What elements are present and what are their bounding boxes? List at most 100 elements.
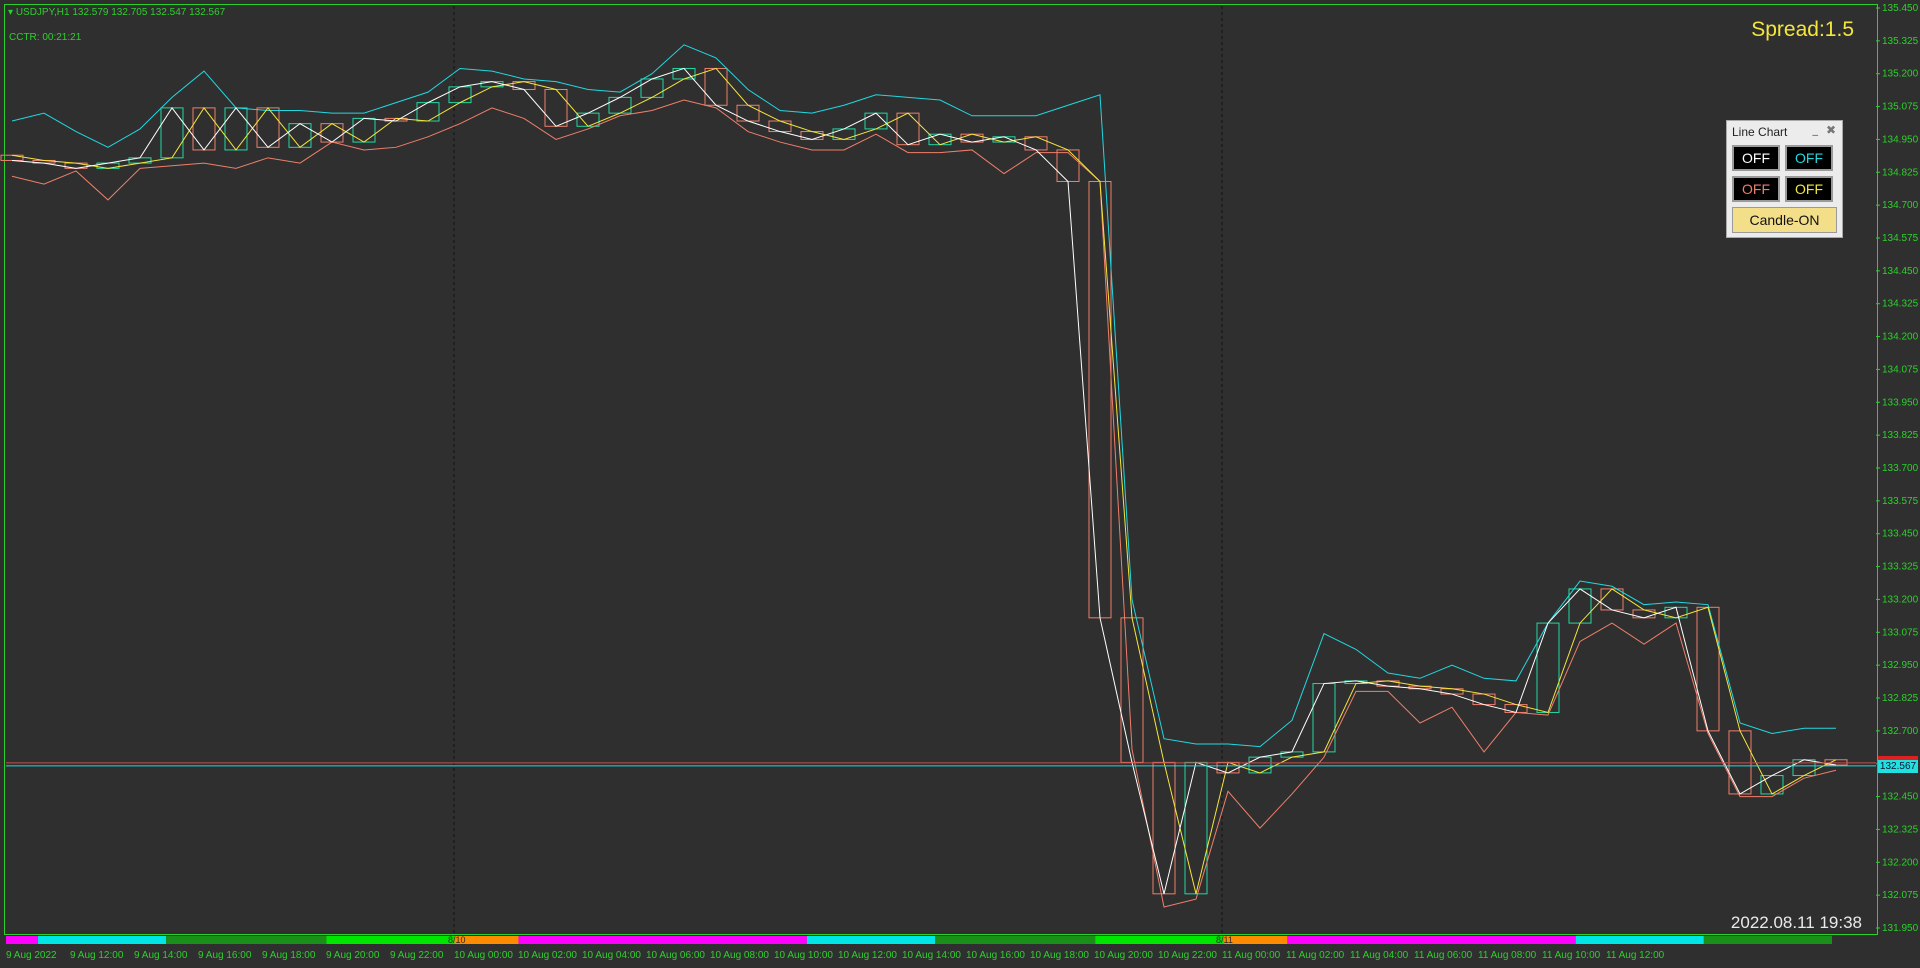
- price-tick-label: 132.450: [1882, 792, 1919, 803]
- toggle-close-line-button[interactable]: OFF: [1732, 145, 1780, 171]
- price-tick-label: 132.825: [1882, 693, 1919, 704]
- candle: [704, 67, 728, 106]
- time-tick-label: 10 Aug 08:00: [710, 950, 769, 961]
- candle-toggle-button[interactable]: Candle-ON: [1732, 207, 1837, 233]
- price-tick-label: 133.075: [1882, 627, 1919, 638]
- time-tick-label: 10 Aug 18:00: [1030, 950, 1089, 961]
- candle: [192, 107, 216, 151]
- time-tick-label: 11 Aug 00:00: [1222, 950, 1281, 961]
- candle: [576, 112, 600, 127]
- spread-label: Spread:1.5: [1751, 18, 1854, 41]
- time-tick-label: 10 Aug 04:00: [582, 950, 641, 961]
- candle: [448, 86, 472, 104]
- price-tick-label: 133.950: [1882, 397, 1919, 408]
- time-tick-label: 9 Aug 14:00: [134, 950, 188, 961]
- time-tick-label: 10 Aug 12:00: [838, 950, 897, 961]
- time-tick-label: 9 Aug 12:00: [70, 950, 124, 961]
- price-tick-label: 133.200: [1882, 594, 1919, 605]
- candle: [1056, 149, 1080, 182]
- minimize-icon[interactable]: _: [1813, 123, 1819, 136]
- price-tick-label: 132.075: [1882, 890, 1919, 901]
- candle: [288, 123, 312, 148]
- close-icon[interactable]: ✖: [1826, 123, 1836, 137]
- symbol-info: ▾ USDJPY,H1 132.579 132.705 132.547 132.…: [8, 7, 225, 18]
- price-tick-label: 135.325: [1882, 36, 1919, 47]
- time-tick-label: 11 Aug 02:00: [1286, 950, 1345, 961]
- price-tick-label: 134.700: [1882, 200, 1919, 211]
- price-tick-label: 135.450: [1882, 3, 1919, 14]
- session-segment: [6, 936, 39, 944]
- price-tick-label: 134.950: [1882, 134, 1919, 145]
- time-tick-label: 9 Aug 2022: [6, 950, 57, 961]
- candle-layer: [0, 67, 1848, 895]
- session-segment: [166, 936, 327, 944]
- price-tick-label: 132.325: [1882, 824, 1919, 835]
- price-tick-label: 133.825: [1882, 430, 1919, 441]
- price-tick-label: 134.825: [1882, 167, 1919, 178]
- time-tick-label: 11 Aug 04:00: [1350, 950, 1409, 961]
- day-label: 8/11: [1216, 935, 1233, 945]
- close-line: [11, 67, 1837, 894]
- price-tick-label: 132.950: [1882, 660, 1919, 671]
- candle: [896, 112, 920, 146]
- price-tick-label: 132.700: [1882, 726, 1919, 737]
- price-tick-label: 133.575: [1882, 496, 1919, 507]
- price-chart[interactable]: 135.450 135.325 135.200 135.075 134.950 134.8…: [0, 0, 1920, 968]
- candle: [1152, 761, 1176, 895]
- session-segment: [1095, 936, 1224, 944]
- price-tick-label: 134.575: [1882, 233, 1919, 244]
- time-tick-label: 9 Aug 18:00: [262, 950, 316, 961]
- candle: [768, 120, 792, 133]
- session-segment: [518, 936, 807, 944]
- time-tick-label: 10 Aug 02:00: [518, 950, 577, 961]
- toggle-open-line-button[interactable]: OFF: [1785, 176, 1833, 202]
- session-segment: [1575, 936, 1704, 944]
- price-tick-label: 133.700: [1882, 463, 1919, 474]
- toggle-low-line-button[interactable]: OFF: [1732, 176, 1780, 202]
- price-tick-label: 133.325: [1882, 562, 1919, 573]
- price-tick-label: 135.075: [1882, 102, 1919, 113]
- time-tick-label: 10 Aug 06:00: [646, 950, 705, 961]
- panel-title: Line Chart: [1732, 125, 1788, 139]
- price-tick-label: 134.075: [1882, 364, 1919, 375]
- price-tick-label: 131.950: [1882, 923, 1919, 934]
- toggle-high-line-button[interactable]: OFF: [1785, 145, 1833, 171]
- candle: [1632, 609, 1656, 619]
- candle: [1792, 759, 1816, 777]
- price-tick-label: 134.325: [1882, 299, 1919, 310]
- time-tick-label: 10 Aug 10:00: [774, 950, 833, 961]
- candle: [1472, 693, 1496, 706]
- time-tick-label: 10 Aug 16:00: [966, 950, 1025, 961]
- candle: [1696, 606, 1720, 732]
- time-tick-label: 10 Aug 14:00: [902, 950, 961, 961]
- session-bar: 8/10 8/11: [6, 935, 1832, 945]
- candle: [544, 88, 568, 127]
- high-line: [11, 44, 1836, 748]
- candle: [800, 131, 824, 140]
- candle: [416, 102, 440, 122]
- time-tick-label: 9 Aug 20:00: [326, 950, 380, 961]
- candle: [1024, 136, 1048, 151]
- datetime-label: 2022.08.11 19:38: [1730, 913, 1862, 932]
- day-label: 8/10: [448, 935, 466, 945]
- time-axis: 9 Aug 2022 9 Aug 12:00 9 Aug 14:00 9 Aug 16…: [6, 950, 1665, 961]
- line-layer: [6, 44, 1876, 908]
- time-tick-label: 10 Aug 00:00: [454, 950, 513, 961]
- candle: [160, 107, 184, 159]
- time-tick-label: 11 Aug 10:00: [1542, 950, 1601, 961]
- candle: [224, 107, 248, 151]
- time-tick-label: 11 Aug 08:00: [1478, 950, 1537, 961]
- price-axis: 135.450 135.325 135.200 135.075 134.950 134.8…: [1876, 3, 1919, 934]
- candle: [320, 123, 344, 143]
- chart-grid: [453, 6, 1223, 935]
- session-segment: [38, 936, 167, 944]
- time-tick-label: 10 Aug 20:00: [1094, 950, 1153, 961]
- time-tick-label: 11 Aug 12:00: [1606, 950, 1665, 961]
- session-segment: [326, 936, 455, 944]
- candle: [640, 78, 664, 98]
- timer-label: CCTR: 00:21:21: [9, 32, 82, 43]
- line-chart-panel[interactable]: Line Chart _ ✖ OFF OFF OFF OFF Candle-ON: [1726, 120, 1843, 238]
- session-segment: [1703, 936, 1832, 944]
- collapse-arrow-icon[interactable]: ▾: [8, 7, 16, 18]
- symbol-line: USDJPY,H1 132.579 132.705 132.547 132.56…: [15, 7, 226, 18]
